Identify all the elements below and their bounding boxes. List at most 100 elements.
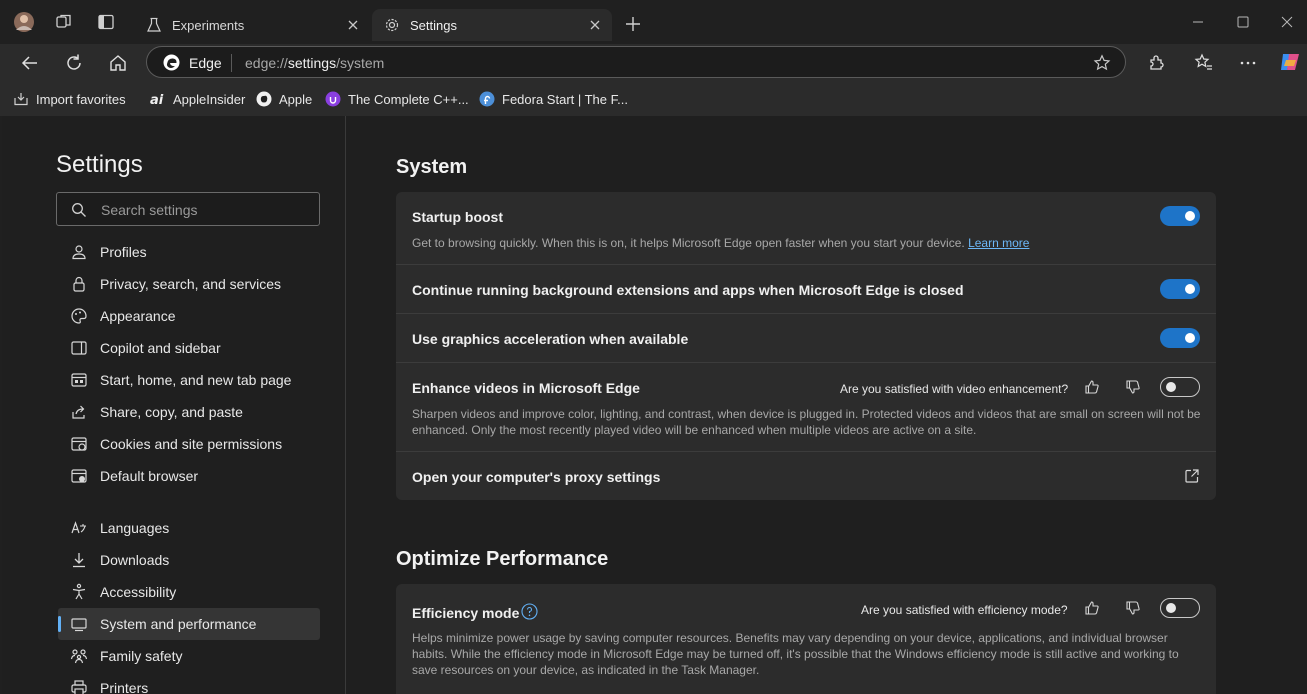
bookmark-import-favorites[interactable]: Import favorites [13, 90, 126, 108]
sidebar-item-label: Accessibility [100, 584, 177, 600]
bookmark-appleinsider[interactable]: ai AppleInsider [150, 90, 245, 108]
thumbs-down-icon[interactable] [1125, 600, 1141, 616]
more-options-icon[interactable] [1237, 52, 1259, 74]
sidebar-item-appearance[interactable]: Appearance [58, 300, 320, 332]
setting-graphics-acceleration: Use graphics acceleration when available [396, 313, 1216, 362]
bookmark-apple[interactable]: Apple [256, 90, 312, 108]
feedback-question: Are you satisfied with efficiency mode? [861, 603, 1068, 617]
thumbs-up-icon[interactable] [1084, 600, 1100, 616]
sidebar-item-start-home[interactable]: Start, home, and new tab page [58, 364, 320, 396]
setting-title: Use graphics acceleration when available [412, 331, 689, 347]
refresh-icon[interactable] [63, 52, 85, 74]
sidebar-item-label: Downloads [100, 552, 170, 568]
startup-boost-toggle[interactable] [1160, 206, 1200, 226]
bookmark-label: The Complete C++... [348, 91, 469, 107]
url-text[interactable]: edge://settings/system [245, 55, 384, 71]
workspaces-icon [56, 14, 71, 28]
udemy-icon [325, 91, 341, 107]
copilot-icon[interactable] [1278, 50, 1302, 74]
flask-icon [147, 17, 161, 32]
favorite-star-icon[interactable] [1093, 54, 1111, 72]
vertical-tabs-button[interactable] [95, 11, 117, 33]
sidebar-item-share[interactable]: Share, copy, and paste [58, 396, 320, 428]
close-icon[interactable] [346, 18, 360, 32]
thumbs-up-icon[interactable] [1084, 379, 1100, 395]
sidebar-item-label: Profiles [100, 244, 147, 260]
url-host: settings [287, 55, 337, 71]
sidebar-item-languages[interactable]: Languages [58, 512, 320, 544]
bookmark-label: Fedora Start | The F... [502, 91, 628, 107]
settings-main: System Startup boost Get to browsing qui… [396, 116, 1216, 694]
background-extensions-toggle[interactable] [1160, 279, 1200, 299]
help-icon[interactable] [521, 603, 538, 620]
sidebar-item-copilot[interactable]: Copilot and sidebar [58, 332, 320, 364]
system-card: Startup boost Get to browsing quickly. W… [396, 192, 1216, 500]
thumbs-down-icon[interactable] [1125, 379, 1141, 395]
favorites-icon[interactable] [1193, 52, 1215, 74]
setting-enhance-videos: Enhance videos in Microsoft Edge Are you… [396, 362, 1216, 451]
share-icon [72, 405, 85, 419]
close-window-icon[interactable] [1277, 12, 1297, 32]
bookmark-label: Apple [279, 91, 313, 107]
title-bar: Experiments Settings [0, 0, 1307, 44]
tab-settings[interactable]: Settings [372, 9, 612, 41]
setting-proxy[interactable]: Open your computer's proxy settings [396, 451, 1216, 500]
appleinsider-icon: ai [150, 93, 164, 107]
sidebar-item-label: Start, home, and new tab page [100, 372, 292, 388]
description-text: Get to browsing quickly. When this is on… [412, 236, 965, 250]
profile-avatar[interactable] [13, 11, 35, 33]
browser-icon [71, 469, 87, 483]
setting-title: Enhance videos in Microsoft Edge [412, 380, 640, 396]
sidebar-item-cookies[interactable]: Cookies and site permissions [58, 428, 320, 460]
bookmark-label: Import favorites [36, 91, 126, 107]
sidebar-item-label: Printers [100, 680, 149, 694]
search-input[interactable] [101, 200, 301, 220]
address-bar[interactable]: Edge edge://settings/system [146, 46, 1126, 78]
divider [231, 54, 232, 72]
setting-description: Sharpen videos and improve color, lighti… [412, 407, 1201, 437]
external-link-icon[interactable] [1184, 468, 1200, 484]
home-icon[interactable] [107, 52, 129, 74]
family-icon [70, 649, 88, 664]
page-title: Settings [56, 151, 143, 178]
workspaces-button[interactable] [53, 11, 75, 33]
sidebar-item-family-safety[interactable]: Family safety [58, 640, 320, 672]
palette-icon [71, 308, 87, 324]
setting-title: Open your computer's proxy settings [412, 469, 661, 485]
bookmark-complete-cpp[interactable]: The Complete C++... [325, 90, 469, 108]
close-icon[interactable] [588, 18, 602, 32]
efficiency-mode-toggle[interactable] [1160, 598, 1200, 618]
url-scheme: edge:// [245, 55, 288, 71]
maximize-icon[interactable] [1233, 12, 1253, 32]
tab-experiments[interactable]: Experiments [134, 9, 370, 41]
download-icon [73, 553, 85, 568]
new-tab-icon[interactable] [623, 14, 643, 34]
sidebar-item-label: Family safety [100, 648, 183, 664]
graphics-acceleration-toggle[interactable] [1160, 328, 1200, 348]
url-path: /system [336, 55, 385, 71]
sidebar-item-label: Languages [100, 520, 170, 536]
learn-more-link[interactable]: Learn more [968, 236, 1029, 250]
sidebar-item-downloads[interactable]: Downloads [58, 544, 320, 576]
sidebar-item-profiles[interactable]: Profiles [58, 236, 320, 268]
home-page-icon [71, 373, 87, 387]
minimize-icon[interactable] [1188, 12, 1208, 32]
back-icon[interactable] [19, 52, 41, 74]
sidebar-item-label: System and performance [100, 616, 257, 632]
feedback-question: Are you satisfied with video enhancement… [840, 382, 1069, 396]
search-box[interactable] [56, 192, 320, 226]
sidebar-item-privacy[interactable]: Privacy, search, and services [58, 268, 320, 300]
extensions-icon[interactable] [1145, 52, 1167, 74]
sidebar-item-system-performance[interactable]: System and performance [58, 608, 320, 640]
sidebar-item-default-browser[interactable]: Default browser [58, 460, 320, 492]
cookies-icon [71, 437, 87, 451]
sidebar-item-accessibility[interactable]: Accessibility [58, 576, 320, 608]
enhance-videos-toggle[interactable] [1160, 377, 1200, 397]
search-icon [72, 203, 86, 217]
setting-title: Efficiency mode [412, 605, 520, 621]
sidebar-item-printers[interactable]: Printers [58, 672, 320, 694]
sidebar-item-label: Share, copy, and paste [100, 404, 243, 420]
site-identity-label: Edge [189, 55, 222, 71]
bookmark-fedora-start[interactable]: Fedora Start | The F... [479, 90, 628, 108]
setting-description: Get to browsing quickly. When this is on… [412, 235, 1202, 251]
